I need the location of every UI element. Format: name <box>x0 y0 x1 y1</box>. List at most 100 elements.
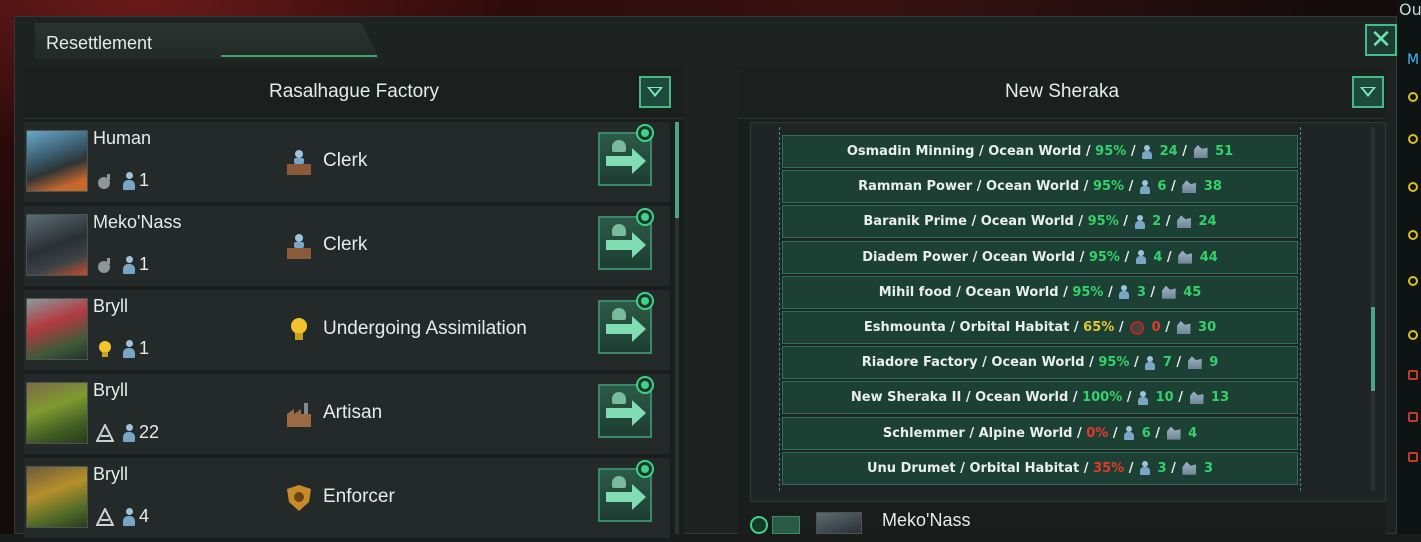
pop-icon <box>612 392 626 404</box>
planet-name: Schlemmer <box>882 425 965 441</box>
pop-icon <box>612 476 626 488</box>
bomb-icon <box>96 172 114 190</box>
habitability: 95% <box>1095 144 1127 159</box>
planet-type: Ocean World <box>975 390 1069 406</box>
planet-name: New Sheraka II <box>850 390 962 406</box>
planet-option[interactable]: Mihil food / Ocean World / 95% / 3 / 45 <box>782 275 1298 309</box>
planet-option[interactable]: Eshmounta / Orbital Habitat / 65% / 0 / … <box>782 311 1298 344</box>
planet-name: Ramman Power <box>858 179 973 195</box>
planet-marker-icon[interactable] <box>1408 182 1418 192</box>
job-label: Artisan <box>323 402 383 423</box>
pop-row: Bryll 22 Artisan <box>24 374 670 458</box>
housing-icon <box>1182 461 1197 475</box>
species-name: Bryll <box>93 464 128 484</box>
pop-icon <box>122 256 136 274</box>
planet-marker-icon[interactable] <box>1408 230 1418 240</box>
housing-icon <box>1193 145 1208 158</box>
pop-icon <box>1134 214 1145 229</box>
globe-icon <box>636 460 654 478</box>
arrow-right-icon <box>606 492 634 502</box>
planet-housing: 45 <box>1183 284 1202 300</box>
housing-icon <box>1166 426 1181 440</box>
planet-type: Ocean World <box>981 249 1076 265</box>
planet-option[interactable]: Schlemmer / Alpine World / 0% / 6 / 4 <box>782 416 1298 450</box>
lightbulb-icon <box>96 340 114 358</box>
planet-pops: 0 <box>1151 320 1161 335</box>
stratum-icon <box>95 422 115 442</box>
habitability: 95% <box>1088 249 1120 265</box>
species-name: Bryll <box>93 296 128 316</box>
destination-planet-name: New Sheraka <box>1004 81 1120 102</box>
planet-housing: 44 <box>1199 249 1218 265</box>
habitability: 100% <box>1082 390 1123 406</box>
housing-icon <box>1187 356 1202 370</box>
scrollbar-thumb[interactable] <box>1371 307 1375 391</box>
pop-icon <box>612 140 626 152</box>
habitability: 95% <box>1098 355 1130 371</box>
planet-type: Ocean World <box>991 355 1085 371</box>
arrow-right-icon <box>606 156 634 166</box>
globe-icon <box>636 292 654 310</box>
planet-option[interactable]: Riadore Factory / Ocean World / 95% / 7 … <box>782 346 1298 380</box>
planet-list-scrollbar[interactable] <box>1371 127 1375 491</box>
species-name: Meko'Nass <box>93 212 182 232</box>
planet-marker-icon[interactable] <box>1408 276 1418 286</box>
pop-icon <box>1138 390 1149 405</box>
pop-icon <box>1142 144 1153 159</box>
planet-name: Diadem Power <box>862 249 969 265</box>
planet-option[interactable]: Baranik Prime / Ocean World / 95% / 2 / … <box>782 205 1298 239</box>
close-button[interactable]: ✕ <box>1365 24 1397 56</box>
planet-housing: 9 <box>1209 355 1219 371</box>
pop-count: 1 <box>139 338 150 358</box>
species-portrait <box>26 214 88 276</box>
destination-dropdown-button[interactable] <box>1352 76 1384 108</box>
source-header: Rasalhague Factory <box>24 66 684 119</box>
planet-option[interactable]: Diadem Power / Ocean World / 95% / 4 / 4… <box>782 240 1298 274</box>
pop-list-scrollbar[interactable] <box>675 122 679 534</box>
planet-option[interactable]: Osmadin Minning / Ocean World / 95% / 24… <box>782 135 1298 168</box>
planet-options: Osmadin Minning / Ocean World / 95% / 24… <box>779 127 1301 491</box>
habitability: 95% <box>1087 214 1119 230</box>
planet-name: Unu Drumet <box>867 460 956 476</box>
planet-name: Mihil food <box>878 284 952 300</box>
fleet-marker-icon[interactable] <box>1408 412 1418 422</box>
scrollbar-thumb[interactable] <box>675 122 679 218</box>
source-panel: Rasalhague Factory Human 1 Clerk Meko'Na… <box>24 66 684 542</box>
planet-housing: 4 <box>1188 425 1198 441</box>
planet-pops: 3 <box>1157 460 1167 476</box>
planet-marker-icon[interactable] <box>1408 92 1418 102</box>
planet-pops: 4 <box>1153 249 1163 265</box>
job-label: Undergoing Assimilation <box>323 318 527 339</box>
fleet-marker-icon[interactable] <box>1408 452 1418 462</box>
planet-option[interactable]: Ramman Power / Ocean World / 95% / 6 / 3… <box>782 170 1298 204</box>
species-portrait <box>26 298 88 360</box>
planet-marker-icon[interactable] <box>1408 330 1418 340</box>
pop-icon <box>1140 461 1151 476</box>
planet-marker-icon[interactable] <box>1408 134 1418 144</box>
pop-row: Bryll 1 Undergoing Assimilation <box>24 290 670 374</box>
chevron-down-icon <box>647 87 663 97</box>
habitability: 35% <box>1093 460 1125 476</box>
planet-option[interactable]: New Sheraka II / Ocean World / 100% / 10… <box>782 381 1298 415</box>
planet-name: Osmadin Minning <box>846 144 975 159</box>
clerk-icon <box>286 148 312 176</box>
fleet-marker-icon[interactable] <box>1408 370 1418 380</box>
globe-icon <box>636 208 654 226</box>
species-portrait <box>816 512 862 534</box>
housing-icon <box>1176 215 1191 229</box>
source-dropdown-button[interactable] <box>639 76 671 108</box>
pop-row: Meko'Nass 1 Clerk <box>24 206 670 290</box>
chevron-down-icon <box>1360 87 1376 97</box>
robot-icon <box>1130 320 1145 335</box>
planet-pops: 2 <box>1152 214 1162 230</box>
species-name: Bryll <box>93 380 128 400</box>
resettle-button[interactable] <box>772 516 800 534</box>
destination-dropdown-list: Osmadin Minning / Ocean World / 95% / 24… <box>750 122 1386 502</box>
pop-count: 1 <box>139 254 150 274</box>
pop-icon <box>122 508 136 526</box>
planet-option[interactable]: Unu Drumet / Orbital Habitat / 35% / 3 /… <box>782 451 1298 485</box>
species-portrait <box>26 466 88 528</box>
planet-housing: 38 <box>1203 179 1222 195</box>
shield-icon <box>286 484 312 512</box>
outliner-label: M <box>1407 52 1420 68</box>
